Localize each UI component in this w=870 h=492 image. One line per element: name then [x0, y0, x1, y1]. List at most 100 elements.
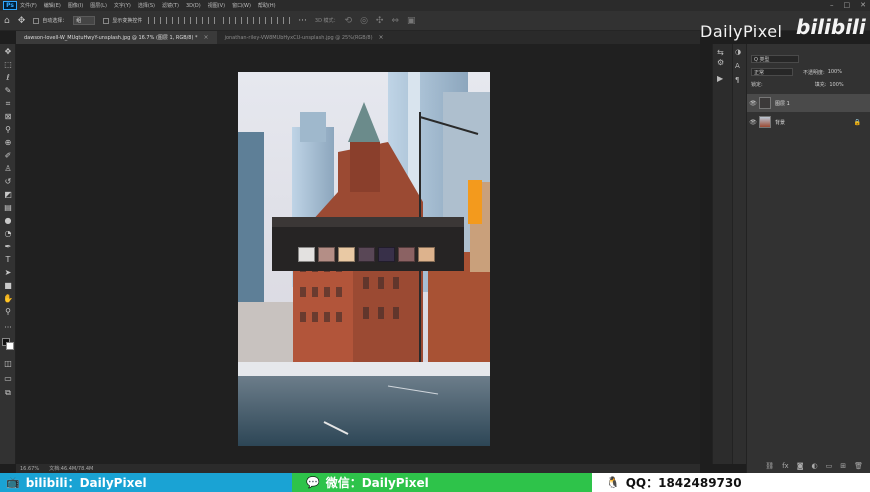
- tab-document-2[interactable]: jonathan-riley-VW8MUbHyxCU-unsplash.jpg …: [217, 31, 392, 44]
- window-controls: – □ ✕: [830, 1, 866, 9]
- document-size: 文档:46.4M/78.4M: [49, 466, 94, 472]
- quick-select-tool-icon[interactable]: ✎: [2, 85, 14, 96]
- zoom-tool-icon[interactable]: ⚲: [2, 306, 14, 317]
- palette-swatch-7: [418, 247, 435, 262]
- distribute-bottom-icon[interactable]: [247, 17, 255, 24]
- layer-row-1[interactable]: 👁 图层 1: [747, 94, 870, 112]
- align-top-icon[interactable]: [184, 17, 192, 24]
- type-tool-icon[interactable]: T: [2, 254, 14, 265]
- align-right-icon[interactable]: [172, 17, 180, 24]
- distribute-right-icon[interactable]: [283, 17, 291, 24]
- zoom-level[interactable]: 16.67%: [20, 466, 39, 472]
- home-icon[interactable]: ⌂: [4, 16, 10, 26]
- tab-document-1[interactable]: dawson-lovell-W_MUqtuHwyY-unsplash.jpg @…: [16, 31, 217, 44]
- lock-label: 锁定:: [751, 82, 763, 88]
- fx-icon[interactable]: fx: [782, 462, 789, 470]
- close-icon[interactable]: ×: [379, 34, 384, 41]
- screen-mode-icon[interactable]: ▭: [2, 373, 14, 384]
- eraser-tool-icon[interactable]: ◩: [2, 189, 14, 200]
- quick-mask-icon[interactable]: ◫: [2, 358, 14, 369]
- show-transform-label: 显示变换控件: [112, 18, 143, 24]
- menu-file[interactable]: 文件(F): [20, 2, 37, 9]
- 3d-rotate-icon[interactable]: ⟲: [345, 16, 353, 26]
- brush-tool-icon[interactable]: ✐: [2, 150, 14, 161]
- layers-footer: ⛓ fx ◙ ◐ ▭ ⊞ 🗑: [747, 460, 870, 472]
- gradient-tool-icon[interactable]: ▤: [2, 202, 14, 213]
- actions-panel-icon[interactable]: ▶: [717, 74, 723, 83]
- menu-image[interactable]: 图像(I): [68, 2, 83, 9]
- 3d-pan-icon[interactable]: ✣: [376, 16, 384, 26]
- adjustment-layer-icon[interactable]: ◐: [812, 462, 818, 470]
- distribute-top-icon[interactable]: [223, 17, 231, 24]
- new-layer-icon[interactable]: ⊞: [840, 462, 846, 470]
- fill-value[interactable]: 100%: [829, 82, 843, 88]
- menu-view[interactable]: 视图(V): [208, 2, 225, 9]
- crop-tool-icon[interactable]: ⌗: [2, 98, 14, 109]
- blur-tool-icon[interactable]: ●: [2, 215, 14, 226]
- history-panel-icon[interactable]: ⇆: [717, 48, 724, 57]
- align-left-icon[interactable]: [148, 17, 156, 24]
- background-color-swatch[interactable]: [6, 342, 14, 350]
- auto-select-checkbox[interactable]: [33, 17, 40, 24]
- menu-select[interactable]: 选择(S): [138, 2, 155, 9]
- menu-window[interactable]: 窗口(W): [232, 2, 251, 9]
- more-options-icon[interactable]: ···: [298, 16, 307, 26]
- layers-panel: Q 类型 正常 不透明度: 100% 锁定: 填充: 100% 👁 图层 1 👁…: [746, 44, 870, 474]
- 3d-scale-icon[interactable]: ▣: [407, 16, 416, 26]
- clone-stamp-tool-icon[interactable]: ♙: [2, 163, 14, 174]
- align-vcenter-icon[interactable]: [196, 17, 204, 24]
- dodge-tool-icon[interactable]: ◔: [2, 228, 14, 239]
- menu-filter[interactable]: 滤镜(T): [162, 2, 179, 9]
- menu-edit[interactable]: 编辑(E): [44, 2, 61, 9]
- link-layers-icon[interactable]: ⛓: [765, 462, 774, 470]
- more-tools-icon[interactable]: ···: [2, 322, 14, 333]
- properties-panel-icon[interactable]: ⚙: [717, 58, 724, 67]
- distribute-left-icon[interactable]: [259, 17, 267, 24]
- marquee-tool-icon[interactable]: ⬚: [2, 59, 14, 70]
- path-select-tool-icon[interactable]: ➤: [2, 267, 14, 278]
- add-mask-icon[interactable]: ◙: [797, 462, 804, 470]
- distribute-vcenter-icon[interactable]: [235, 17, 243, 24]
- rectangle-tool-icon[interactable]: ■: [2, 280, 14, 291]
- character-panel-icon[interactable]: A: [735, 62, 740, 70]
- trash-icon[interactable]: 🗑: [854, 462, 863, 470]
- opacity-value[interactable]: 100%: [828, 69, 842, 75]
- show-transform-checkbox[interactable]: [103, 17, 110, 24]
- layer-row-background[interactable]: 👁 背景 🔒: [747, 113, 870, 131]
- 3d-slide-icon[interactable]: ⇔: [391, 16, 399, 26]
- close-icon[interactable]: ×: [204, 34, 209, 41]
- maximize-button[interactable]: □: [844, 1, 851, 9]
- align-bottom-icon[interactable]: [208, 17, 216, 24]
- artboard-icon[interactable]: ⧉: [2, 387, 14, 398]
- palette-swatch-6: [398, 247, 415, 262]
- visibility-eye-icon[interactable]: 👁: [747, 100, 759, 107]
- banner-qq: 🐧 QQ：1842489730: [592, 473, 870, 492]
- move-tool-icon[interactable]: ✥: [18, 16, 26, 26]
- distribute-hcenter-icon[interactable]: [271, 17, 279, 24]
- align-hcenter-icon[interactable]: [160, 17, 168, 24]
- menu-help[interactable]: 帮助(H): [258, 2, 276, 9]
- menu-type[interactable]: 文字(Y): [114, 2, 131, 9]
- color-palette-panel: [272, 217, 464, 271]
- photoshop-logo-icon: Ps: [3, 1, 17, 10]
- eyedropper-tool-icon[interactable]: ⚲: [2, 124, 14, 135]
- paragraph-panel-icon[interactable]: ¶: [735, 76, 739, 84]
- menu-3d[interactable]: 3D(D): [186, 3, 201, 9]
- history-brush-tool-icon[interactable]: ↺: [2, 176, 14, 187]
- hand-tool-icon[interactable]: ✋: [2, 293, 14, 304]
- frame-tool-icon[interactable]: ⊠: [2, 111, 14, 122]
- healing-brush-tool-icon[interactable]: ⊕: [2, 137, 14, 148]
- blend-mode-dropdown[interactable]: 正常: [751, 68, 793, 76]
- new-group-icon[interactable]: ▭: [826, 462, 833, 470]
- move-tool-icon[interactable]: ✥: [2, 46, 14, 57]
- 3d-roll-icon[interactable]: ◎: [360, 16, 368, 26]
- auto-select-dropdown[interactable]: 组: [73, 16, 96, 25]
- pen-tool-icon[interactable]: ✒: [2, 241, 14, 252]
- lasso-tool-icon[interactable]: ℓ: [2, 72, 14, 83]
- visibility-eye-icon[interactable]: 👁: [747, 119, 759, 126]
- layer-filter-kind[interactable]: Q 类型: [751, 55, 799, 63]
- color-panel-icon[interactable]: ◑: [735, 48, 741, 56]
- menu-layer[interactable]: 图层(L): [90, 2, 107, 9]
- minimize-button[interactable]: –: [830, 1, 834, 9]
- close-button[interactable]: ✕: [860, 1, 866, 9]
